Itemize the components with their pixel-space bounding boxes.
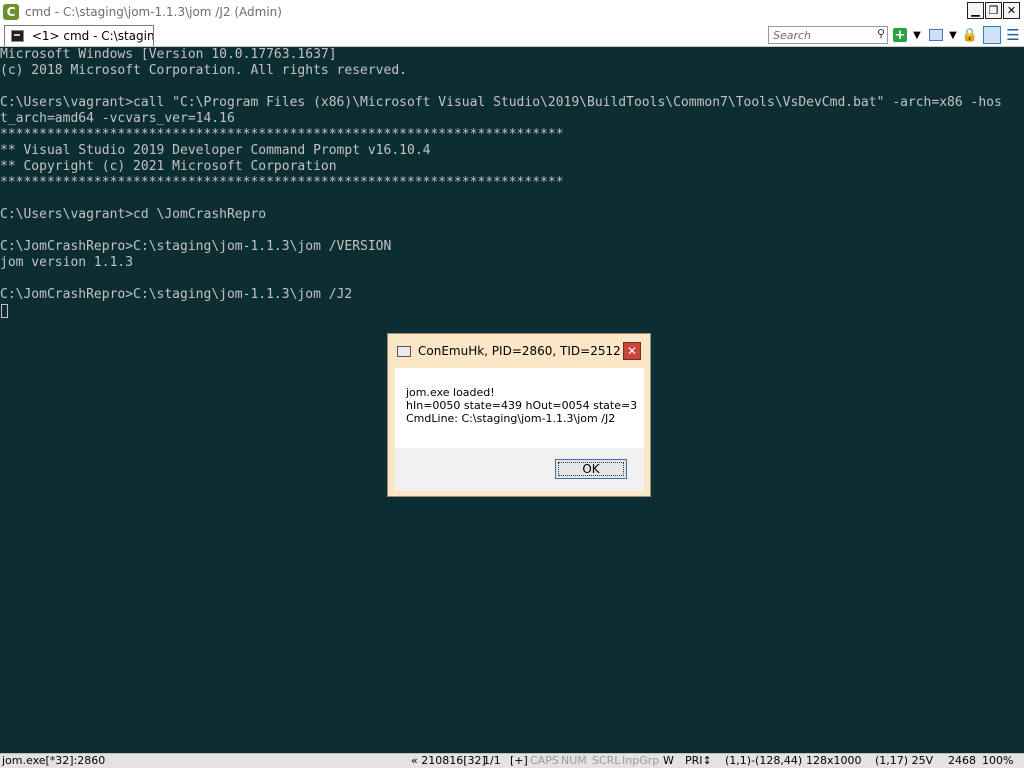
lock-icon[interactable]: 🔒 <box>962 27 978 43</box>
dialog-message-line: CmdLine: C:\staging\jom-1.1.3\jom /J2 <box>406 412 616 425</box>
status-num[interactable]: NUM <box>561 754 587 768</box>
status-pid[interactable]: 2468 <box>948 754 976 768</box>
conemu-logo-icon[interactable]: C <box>3 4 19 20</box>
status-w[interactable]: W <box>663 754 674 768</box>
status-inpgrp[interactable]: InpGrp <box>622 754 659 768</box>
text-cursor <box>1 304 8 318</box>
dialog-footer: OK <box>395 448 644 491</box>
split-view-dropdown-icon[interactable]: ▼ <box>947 27 959 43</box>
dialog-body: jom.exe loaded! hIn=0050 state=439 hOut=… <box>395 368 644 448</box>
status-zoom[interactable]: 100% <box>982 754 1013 768</box>
dialog-close-button[interactable]: ✕ <box>623 342 641 360</box>
dialog-message-line: jom.exe loaded! <box>406 386 495 399</box>
status-scrl[interactable]: SCRL <box>592 754 620 768</box>
status-pages[interactable]: 1/1 <box>483 754 501 768</box>
title-bar[interactable]: C cmd - C:\staging\jom-1.1.3\jom /J2 (Ad… <box>0 0 1024 24</box>
search-input[interactable] <box>769 28 873 42</box>
status-build[interactable]: « 210816[32] <box>411 754 486 768</box>
dialog-message: jom.exe loaded! hIn=0050 state=439 hOut=… <box>406 386 637 425</box>
status-priority[interactable]: PRI↕ <box>685 754 712 768</box>
active-pane-icon[interactable] <box>983 26 1001 44</box>
close-button[interactable]: ✕ <box>1003 2 1020 19</box>
tab-label: <1> cmd - C:\stagin... <box>31 29 153 43</box>
status-buffer-size[interactable]: 128x1000 <box>806 754 862 768</box>
dialog-title: ConEmuHk, PID=2860, TID=2512 <box>418 344 621 358</box>
search-box[interactable]: ⚲ <box>768 26 888 44</box>
message-dialog: ConEmuHk, PID=2860, TID=2512 ✕ jom.exe l… <box>387 333 651 497</box>
menu-icon[interactable]: ☰ <box>1005 26 1021 44</box>
dialog-message-line: hIn=0050 state=439 hOut=0054 state=3 <box>406 399 638 412</box>
ok-button[interactable]: OK <box>555 459 627 479</box>
status-process[interactable]: jom.exe[*32]:2860 <box>2 754 105 768</box>
tab-console-1[interactable]: <1> cmd - C:\stagin... <box>4 25 154 46</box>
status-cursor-pos[interactable]: (1,17) 25V <box>875 754 933 768</box>
console-output: Microsoft Windows [Version 10.0.17763.16… <box>0 47 1002 302</box>
status-selection[interactable]: (1,1)-(128,44) <box>725 754 802 768</box>
console-icon <box>11 30 24 42</box>
new-console-dropdown-icon[interactable]: ▼ <box>911 27 923 43</box>
status-bar: jom.exe[*32]:2860 « 210816[32] 1/1 [+] C… <box>0 753 1024 768</box>
dialog-title-bar[interactable]: ConEmuHk, PID=2860, TID=2512 ✕ <box>388 334 650 368</box>
console-window-icon <box>397 345 411 357</box>
window-controls: ▁ ❐ ✕ <box>967 2 1020 19</box>
new-console-icon[interactable]: + <box>893 28 907 43</box>
split-view-icon[interactable] <box>929 29 943 41</box>
status-plus[interactable]: [+] <box>510 754 528 768</box>
status-caps[interactable]: CAPS <box>530 754 559 768</box>
search-icon[interactable]: ⚲ <box>877 27 885 40</box>
window-title: cmd - C:\staging\jom-1.1.3\jom /J2 (Admi… <box>25 5 282 19</box>
restore-button[interactable]: ❐ <box>985 2 1002 19</box>
conemu-window: C cmd - C:\staging\jom-1.1.3\jom /J2 (Ad… <box>0 0 1024 768</box>
minimize-button[interactable]: ▁ <box>967 2 984 19</box>
